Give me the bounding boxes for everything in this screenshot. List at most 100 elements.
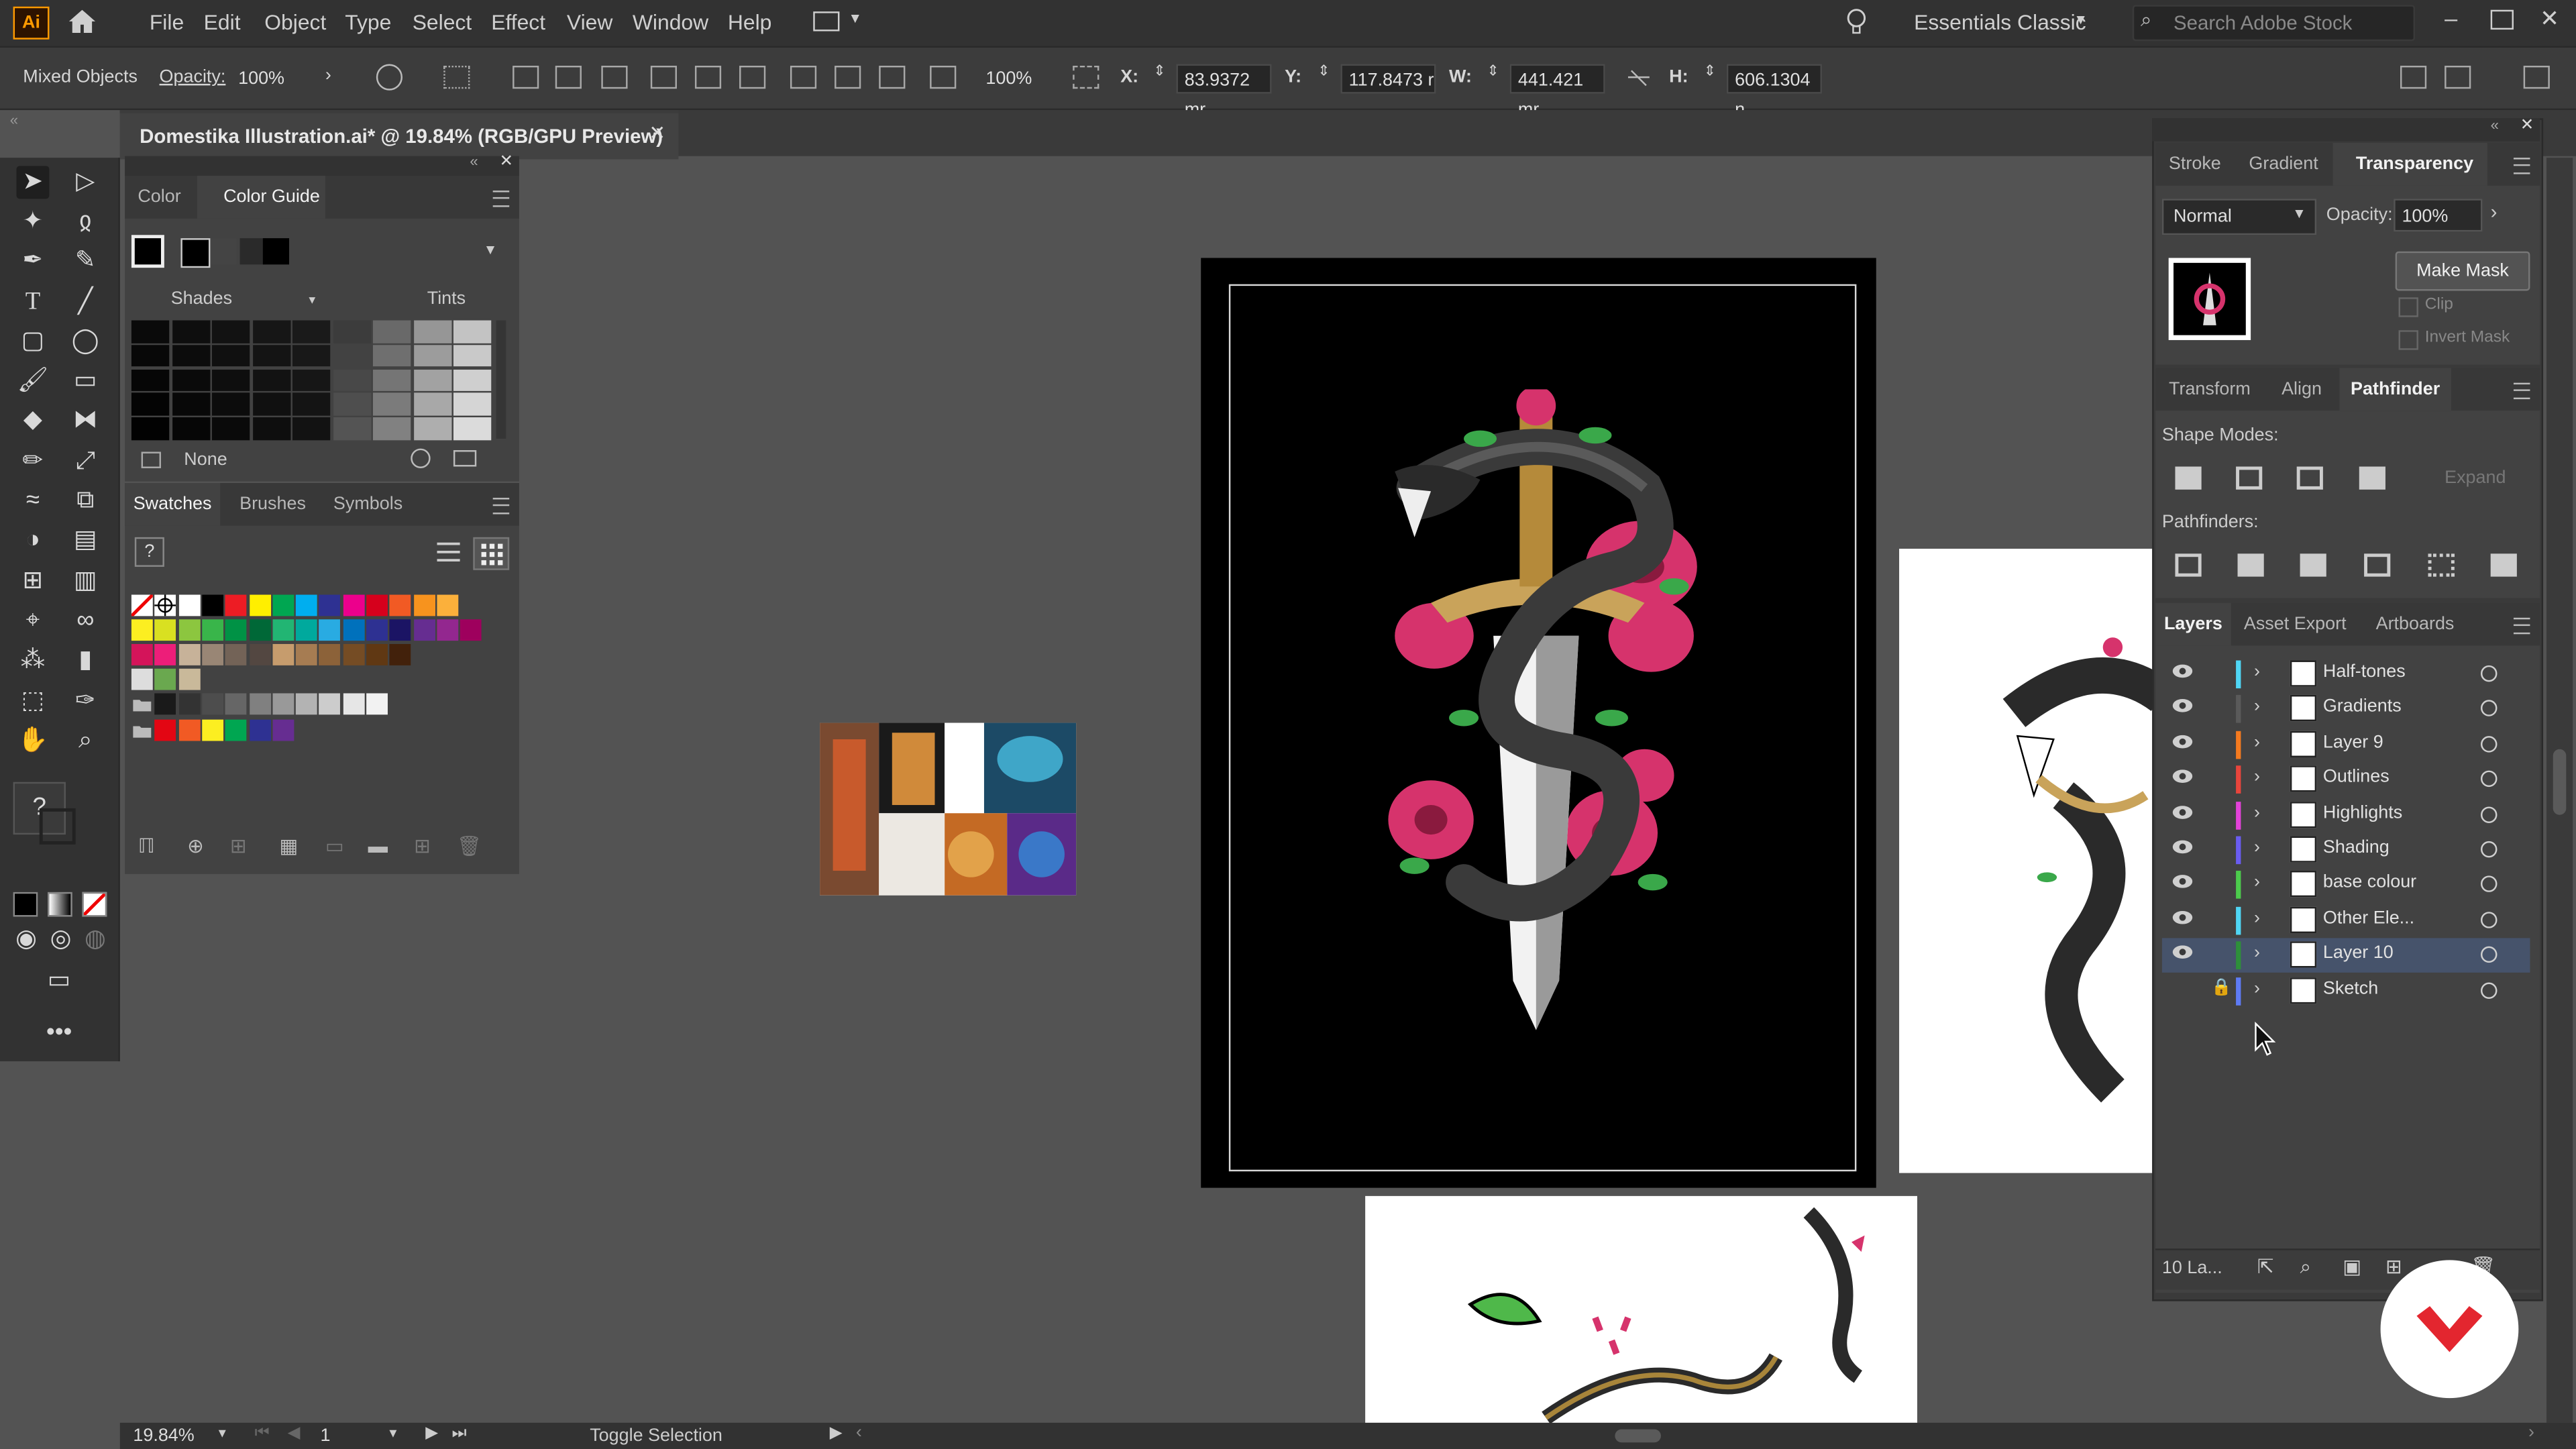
swatch[interactable] xyxy=(249,619,270,641)
visibility-eye-icon[interactable] xyxy=(2172,769,2193,786)
swatch[interactable] xyxy=(201,693,223,715)
visibility-eye-icon[interactable] xyxy=(2172,699,2193,715)
swatch[interactable] xyxy=(178,619,200,641)
chevron-down-icon[interactable]: ▾ xyxy=(851,10,859,28)
pattern-swatch[interactable] xyxy=(131,668,153,690)
color-guide-cell[interactable] xyxy=(453,393,492,416)
draw-normal-icon[interactable]: ◉ xyxy=(10,923,43,956)
color-guide-cell[interactable] xyxy=(453,320,492,343)
color-group-folder-icon[interactable] xyxy=(131,720,153,741)
color-guide-cell[interactable] xyxy=(211,417,250,440)
opacity-field[interactable]: 100% xyxy=(231,64,317,94)
visibility-eye-icon[interactable] xyxy=(2172,734,2193,750)
first-artboard-icon[interactable]: ⏮ xyxy=(255,1424,270,1442)
stroke-swatch-icon[interactable] xyxy=(39,808,76,845)
gradient-tool-icon[interactable]: ▥ xyxy=(69,565,102,598)
close-icon[interactable]: ✕ xyxy=(2540,5,2559,33)
artboard-main[interactable] xyxy=(1201,258,1876,1188)
expand-layer-chevron-icon[interactable]: › xyxy=(2254,943,2260,963)
tab-artboards[interactable]: Artboards xyxy=(2363,603,2468,646)
expand-button[interactable]: Expand xyxy=(2445,468,2506,488)
panel-menu-icon[interactable] xyxy=(492,191,510,207)
layer-target-icon[interactable] xyxy=(2480,876,2498,893)
layer-row[interactable]: › Shading xyxy=(2162,833,2530,867)
color-guide-cell[interactable] xyxy=(252,320,290,343)
color-guide-cell[interactable] xyxy=(292,320,331,343)
swatch[interactable] xyxy=(225,644,247,665)
opacity-field[interactable]: 100% xyxy=(2394,199,2483,232)
swatch[interactable] xyxy=(249,693,270,715)
color-guide-cell[interactable] xyxy=(171,393,210,416)
color-guide-grid[interactable] xyxy=(131,320,493,442)
swatch[interactable] xyxy=(201,644,223,665)
color-guide-cell[interactable] xyxy=(372,344,411,367)
paintbrush-tool-icon[interactable]: 🖌 xyxy=(16,365,49,398)
merge-icon[interactable] xyxy=(2300,553,2326,577)
chevron-right-icon[interactable]: › xyxy=(2491,201,2498,223)
color-guide-cell[interactable] xyxy=(131,393,170,416)
menu-effect[interactable]: Effect xyxy=(491,10,545,35)
color-guide-cell[interactable] xyxy=(413,369,451,392)
color-guide-cell[interactable] xyxy=(252,344,290,367)
color-guide-cell[interactable] xyxy=(292,369,331,392)
layer-row[interactable]: › Other Ele... xyxy=(2162,903,2530,937)
layer-target-icon[interactable] xyxy=(2480,771,2498,788)
swatch[interactable] xyxy=(296,693,317,715)
harmony-swatch[interactable] xyxy=(180,238,211,268)
color-guide-cell[interactable] xyxy=(332,344,371,367)
horizontal-scrollbar-thumb[interactable] xyxy=(1615,1429,1661,1443)
h-field[interactable]: 606.1304 n xyxy=(1726,64,1822,120)
screen-mode-icon[interactable]: ▭ xyxy=(43,965,76,998)
magic-wand-tool-icon[interactable]: ✦ xyxy=(16,205,49,238)
visibility-eye-icon[interactable] xyxy=(2172,663,2193,680)
color-guide-cell[interactable] xyxy=(252,417,290,440)
zoom-tool-icon[interactable]: ⌕ xyxy=(69,724,102,757)
color-guide-cell[interactable] xyxy=(211,344,250,367)
harmony-swatch[interactable] xyxy=(210,238,237,265)
color-guide-cell[interactable] xyxy=(332,369,371,392)
scale-tool-icon[interactable]: ⤢ xyxy=(69,445,102,478)
swatch[interactable] xyxy=(366,594,388,616)
swatch-libraries-icon[interactable]: ℿ xyxy=(138,835,155,857)
layer-name[interactable]: Sketch xyxy=(2323,979,2378,998)
tab-brushes[interactable]: Brushes xyxy=(227,483,319,526)
transform-reference-icon[interactable] xyxy=(1073,65,1099,89)
color-guide-cell[interactable] xyxy=(252,393,290,416)
panel-menu-icon[interactable] xyxy=(2445,65,2471,89)
expand-layer-chevron-icon[interactable]: › xyxy=(2254,803,2260,822)
swatch[interactable] xyxy=(437,619,459,641)
tab-swatches[interactable]: Swatches xyxy=(125,483,221,526)
collapse-panel-icon[interactable]: « xyxy=(2491,117,2499,133)
swatch-library-icon[interactable] xyxy=(141,451,162,468)
stepper-icon[interactable]: ⇕ xyxy=(1318,62,1330,80)
grid-view-icon[interactable] xyxy=(473,537,510,570)
menu-window[interactable]: Window xyxy=(633,10,708,35)
distribute-top-icon[interactable] xyxy=(790,65,817,89)
line-tool-icon[interactable]: ╱ xyxy=(69,286,102,319)
layer-name[interactable]: Gradients xyxy=(2323,697,2402,716)
minimize-icon[interactable]: – xyxy=(2445,5,2457,31)
artboard-number[interactable]: 1 xyxy=(321,1426,331,1446)
color-guide-cell[interactable] xyxy=(131,344,170,367)
align-right-icon[interactable] xyxy=(601,65,628,89)
swatch[interactable] xyxy=(154,619,176,641)
lasso-tool-icon[interactable]: ჲ xyxy=(69,205,102,238)
none-swatch[interactable] xyxy=(130,593,154,618)
align-top-icon[interactable] xyxy=(650,65,677,89)
swatch[interactable] xyxy=(437,594,459,616)
make-clipping-mask-icon[interactable]: ▣ xyxy=(2343,1255,2361,1278)
close-panel-icon[interactable]: ✕ xyxy=(2520,117,2534,135)
swatch[interactable] xyxy=(178,693,200,715)
isolate-selection-icon[interactable] xyxy=(2400,65,2427,89)
swatch[interactable] xyxy=(390,594,411,616)
slice-tool-icon[interactable]: ✑ xyxy=(69,685,102,718)
panel-menu-icon[interactable] xyxy=(2513,158,2530,174)
artboard-sketch[interactable] xyxy=(1899,548,2156,1173)
swatch[interactable] xyxy=(390,619,411,641)
reference-images[interactable] xyxy=(820,722,1077,896)
draw-inside-icon[interactable]: ◍ xyxy=(79,923,112,956)
recolor-artwork-icon[interactable] xyxy=(376,64,403,91)
unite-icon[interactable] xyxy=(2175,466,2202,490)
blend-tool-icon[interactable]: ∞ xyxy=(69,604,102,637)
visibility-eye-icon[interactable] xyxy=(2172,910,2193,926)
